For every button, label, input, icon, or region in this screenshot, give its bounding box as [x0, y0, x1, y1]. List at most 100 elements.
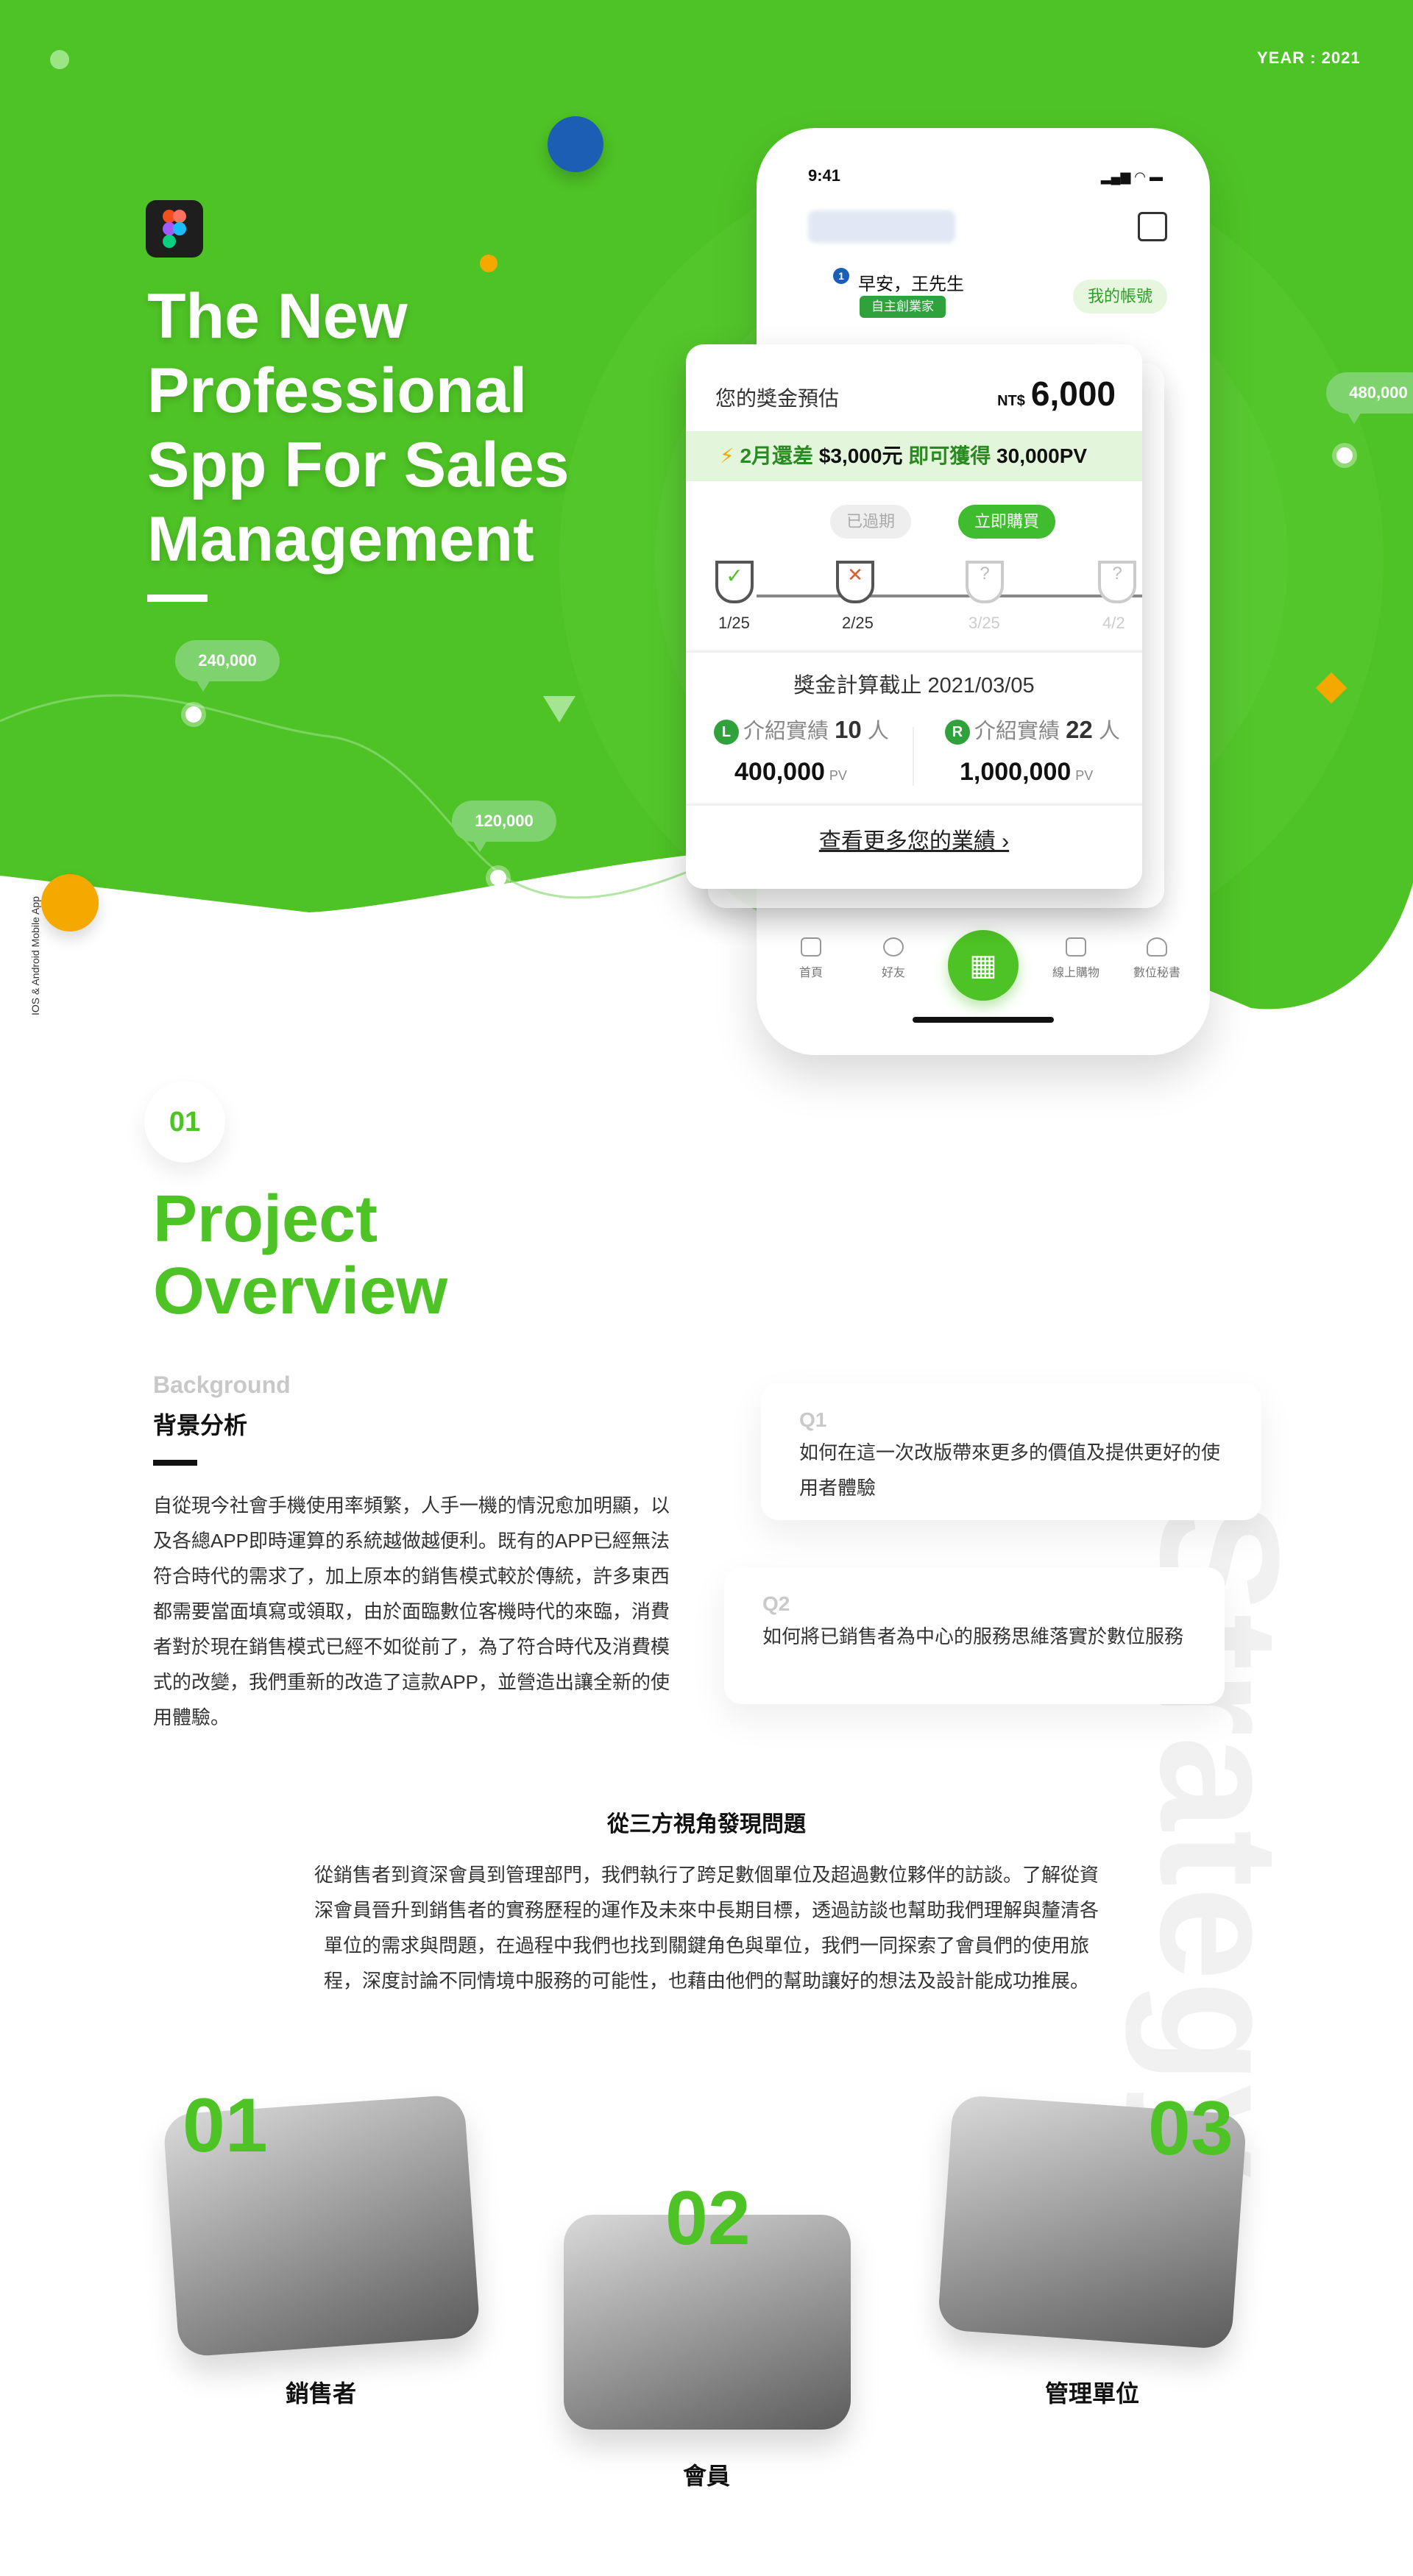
blue-ball: [548, 116, 603, 172]
left-pv-value: 400,000 PV: [734, 758, 847, 787]
hero-underline: [147, 595, 208, 602]
lightning-icon: ⚡: [720, 444, 734, 467]
currency-label: NT$: [997, 393, 1025, 409]
home-indicator: [913, 1017, 1054, 1023]
stat-unit: 人: [867, 720, 889, 743]
buy-now-button[interactable]: 立即購買: [958, 505, 1056, 539]
research-title: 從三方視角發現問題: [607, 1812, 806, 1837]
brand-logo: [808, 210, 955, 243]
trophy-icon-pending: ?: [1098, 561, 1136, 603]
tab-shop[interactable]: 線上購物: [1039, 937, 1113, 980]
stat-unit: 人: [1098, 720, 1120, 743]
research-body: 從銷售者到資深會員到管理部門，我們執行了跨足數個單位及超過數位夥伴的訪談。了解從…: [314, 1864, 1099, 1992]
tab-assistant[interactable]: 數位秘書: [1120, 937, 1194, 980]
side-platform-label: IOS & Android Mobile App: [29, 896, 41, 1015]
pv-number: 400,000: [734, 758, 825, 786]
section-number: 01: [144, 1082, 225, 1163]
hero-title-line: The New: [147, 281, 408, 352]
background-heading-zh: 背景分析: [153, 1412, 248, 1438]
trophy-icon-pending: ?: [966, 561, 1004, 603]
view-more-link[interactable]: 查看更多您的業績 ›: [686, 823, 1142, 855]
home-icon: [801, 937, 821, 957]
background-heading-en: Background: [153, 1372, 291, 1398]
calendar-fab-button[interactable]: ▦: [948, 930, 1019, 1001]
stat-count: 10: [835, 716, 862, 743]
status-time: 9:41: [808, 166, 841, 185]
question-label: Q2: [762, 1592, 790, 1615]
photo-number: 03: [1148, 2086, 1233, 2171]
stat-label: 介紹實績: [743, 720, 829, 743]
headset-icon: [1147, 937, 1167, 957]
chart-dot: [490, 870, 506, 886]
timeline-date: 2/25: [842, 614, 874, 632]
question-card-q1: Q1 如何在這一次改版帶來更多的價值及提供更好的使用者體驗: [761, 1383, 1261, 1520]
section-title: Project Overview: [153, 1183, 447, 1327]
photo-number: 02: [665, 2176, 751, 2261]
section-title-line: Project: [153, 1182, 378, 1256]
section-title-line: Overview: [153, 1255, 448, 1328]
amount-value: 6,000: [1030, 375, 1116, 413]
chart-dot: [1336, 447, 1353, 464]
stat-count: 22: [1066, 716, 1093, 743]
heading-underline: [153, 1460, 197, 1466]
pv-number: 1,000,000: [960, 758, 1072, 786]
left-referral-stat: L 介紹實績 10 人: [714, 714, 889, 745]
chart-dot: [185, 706, 202, 723]
greeting-text: 早安，王先生: [858, 274, 964, 294]
stat-label: 介紹實績: [974, 720, 1060, 743]
promo-amount: $3,000元: [818, 444, 903, 467]
notification-badge: 1: [833, 268, 849, 284]
bonus-label: 您的獎金預估: [715, 387, 840, 410]
trophy-icon-missed: ✕: [836, 561, 874, 603]
value-bubble: 120,000: [452, 801, 556, 852]
phone-notch: [896, 128, 1070, 153]
orange-ball: [41, 874, 99, 932]
right-referral-stat: R 介紹實績 22 人: [945, 714, 1120, 745]
tab-label: 線上購物: [1052, 967, 1099, 979]
my-account-button[interactable]: 我的帳號: [1072, 280, 1167, 313]
pv-unit: PV: [1075, 768, 1094, 783]
expired-pill: 已過期: [830, 505, 912, 539]
trophy-icon-done: ✓: [715, 561, 754, 603]
question-text: 如何在這一次改版帶來更多的價值及提供更好的使用者體驗: [799, 1441, 1221, 1499]
timeline-date: 4/2: [1102, 614, 1125, 632]
photo-number: 01: [183, 2083, 268, 2168]
tab-home[interactable]: 首頁: [774, 937, 848, 980]
photo-label: 銷售者: [285, 2380, 356, 2407]
promo-text: 2月還差: [740, 444, 814, 467]
question-text: 如何將已銷售者為中心的服務思維落實於數位服務: [762, 1625, 1184, 1647]
timeline-date: 3/25: [968, 614, 1000, 632]
timeline-line: [757, 595, 1142, 597]
background-body: 自從現今社會手機使用率頻繁，人手一機的情況愈加明顯，以及各總APP即時運算的系統…: [153, 1494, 670, 1728]
hero-title-line: Professional: [147, 355, 528, 426]
right-pv-value: 1,000,000 PV: [960, 758, 1093, 787]
left-badge: L: [714, 720, 739, 745]
timeline-date: 1/25: [718, 614, 750, 632]
small-green-dot: [50, 50, 69, 69]
promo-pv: 30,000PV: [996, 444, 1088, 467]
photo-label: 會員: [682, 2463, 730, 2489]
tab-friends[interactable]: 好友: [857, 937, 930, 980]
hero-title: The New Professional Spp For Sales Manag…: [147, 280, 633, 577]
value-bubble: 480,000: [1326, 372, 1413, 424]
pv-unit: PV: [829, 768, 847, 783]
question-card-q2: Q2 如何將已銷售者為中心的服務思維落實於數位服務: [724, 1567, 1225, 1704]
tab-label: 好友: [881, 967, 905, 979]
bonus-amount: NT$ 6,000: [997, 374, 1116, 414]
deadline-text: 獎金計算截止 2021/03/05: [793, 674, 1035, 698]
photo-label: 管理單位: [1044, 2380, 1139, 2407]
stat-divider: [913, 727, 914, 786]
orange-dot: [480, 255, 497, 272]
hero-title-line: Management: [147, 504, 534, 575]
year-label: YEAR : 2021: [1257, 49, 1361, 67]
role-badge: 自主創業家: [860, 296, 946, 318]
triangle-shape: [543, 696, 576, 723]
tab-label: 數位秘書: [1133, 967, 1180, 979]
user-icon: [883, 937, 904, 957]
qr-scan-icon[interactable]: [1138, 212, 1167, 241]
divider: [686, 803, 1142, 806]
shopping-bag-icon: [1066, 937, 1086, 957]
figma-icon: [146, 200, 203, 258]
tab-label: 首頁: [798, 967, 823, 979]
hero-title-line: Spp For Sales: [147, 430, 570, 500]
